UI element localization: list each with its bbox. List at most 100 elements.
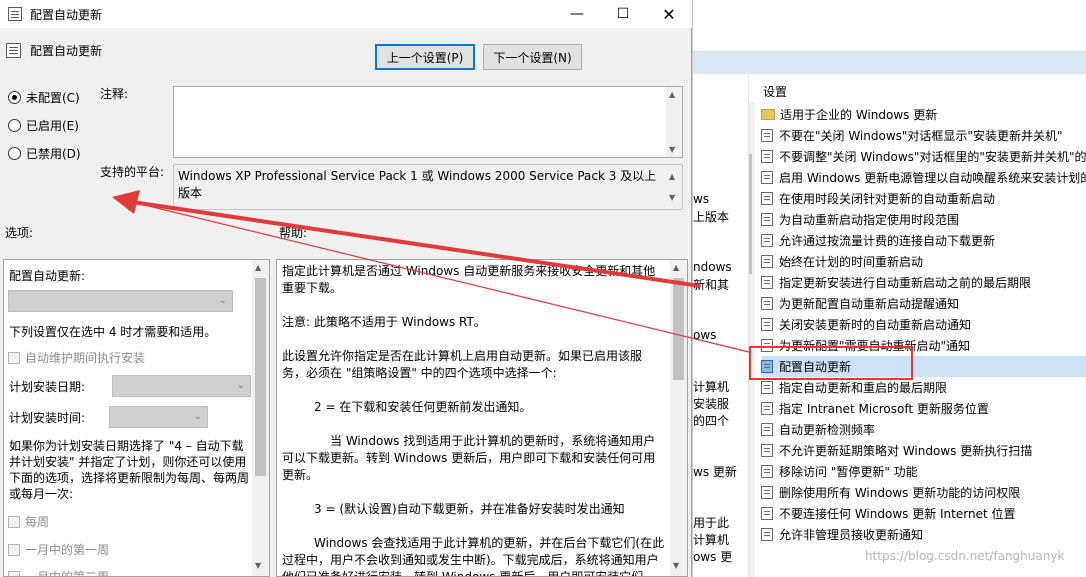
checkbox-indicator[interactable] bbox=[8, 570, 20, 576]
description-fragment: 用于此 bbox=[693, 516, 730, 530]
radio-not-configured[interactable]: 未配置(C) bbox=[8, 89, 80, 106]
first-week-checkbox[interactable]: 一月中的第一周 bbox=[8, 541, 109, 558]
policy-item-label: 不要在"关闭 Windows"对话框显示"安装更新并关机" bbox=[779, 129, 1063, 143]
scroll-up-icon[interactable]: ▲ bbox=[255, 263, 261, 272]
configure-updates-dropdown[interactable]: ⌄ bbox=[8, 290, 233, 312]
list-scrollbar[interactable]: ▲ bbox=[748, 102, 755, 577]
policy-item[interactable]: 不允许更新延期策略对 Windows 更新执行扫描 bbox=[761, 440, 1086, 461]
checkbox-label: 一月中的第二周 bbox=[25, 570, 110, 577]
policy-item[interactable]: 不要调整"关闭 Windows"对话框里的"安装更新并关机"的默认选项 bbox=[761, 146, 1086, 167]
checkbox-indicator[interactable] bbox=[8, 515, 20, 528]
install-day-dropdown[interactable]: ⌄ bbox=[112, 375, 251, 397]
policy-item[interactable]: 适用于企业的 Windows 更新 bbox=[761, 104, 1086, 125]
policy-item-label: 指定更新安装进行自动重新启动之前的最后期限 bbox=[779, 276, 1032, 290]
policy-icon bbox=[761, 171, 773, 184]
maximize-icon[interactable]: ☐ bbox=[600, 0, 646, 28]
help-paragraph: 当 Windows 找到适用于此计算机的更新时，系统将通知用户可以下载更新。转到… bbox=[282, 434, 656, 482]
checkbox-indicator[interactable] bbox=[8, 351, 20, 364]
policy-item[interactable]: 指定自动更新和重启的最后期限 bbox=[761, 377, 1086, 398]
options-panel: 配置自动更新: ⌄ 下列设置仅在选中 4 时才需要和适用。 自动维护期间执行安装… bbox=[3, 259, 270, 577]
policy-icon bbox=[761, 423, 773, 436]
policy-item[interactable]: 移除访问 "暂停更新" 功能 bbox=[761, 461, 1086, 482]
policy-item[interactable]: 为更新配置自动重新启动提醒通知 bbox=[761, 293, 1086, 314]
policy-item[interactable]: 不要在"关闭 Windows"对话框显示"安装更新并关机" bbox=[761, 125, 1086, 146]
title-bar[interactable]: 配置自动更新 — ☐ ✕ bbox=[0, 0, 692, 28]
radio-disabled[interactable]: 已禁用(D) bbox=[8, 145, 81, 162]
scroll-down-icon[interactable]: ▼ bbox=[255, 561, 261, 570]
configure-updates-label: 配置自动更新: bbox=[9, 269, 86, 283]
policy-item-label: 为自动重新启动指定使用时段范围 bbox=[779, 213, 960, 227]
scroll-down-icon[interactable]: ▼ bbox=[673, 561, 679, 570]
help-scrollbar[interactable]: ▲ ▼ bbox=[670, 260, 687, 576]
second-week-checkbox[interactable]: 一月中的第二周 bbox=[8, 568, 110, 577]
policy-item-label: 不要调整"关闭 Windows"对话框里的"安装更新并关机"的默认选项 bbox=[779, 150, 1086, 164]
policy-icon bbox=[761, 318, 773, 331]
checkbox-indicator[interactable] bbox=[8, 543, 20, 556]
radio-indicator[interactable] bbox=[8, 91, 21, 104]
policy-item[interactable]: 允许通过按流量计费的连接自动下载更新 bbox=[761, 230, 1086, 251]
help-label: 帮助: bbox=[279, 226, 308, 240]
radio-label: 已启用(E) bbox=[26, 119, 79, 133]
previous-setting-button[interactable]: 上一个设置(P) bbox=[375, 44, 475, 70]
gpedit-toolbar-area bbox=[693, 0, 1086, 52]
help-paragraph: 注意: 此策略不适用于 Windows RT。 bbox=[282, 315, 486, 329]
options-scrollbar[interactable]: ▲ ▼ bbox=[252, 260, 269, 576]
maintenance-install-checkbox[interactable]: 自动维护期间执行安装 bbox=[8, 349, 145, 366]
policy-item[interactable]: 为自动重新启动指定使用时段范围 bbox=[761, 209, 1086, 230]
policy-item[interactable]: 不要连接任何 Windows 更新 Internet 位置 bbox=[761, 503, 1086, 524]
policy-icon bbox=[761, 234, 773, 247]
help-paragraph: Windows 会查找适用于此计算机的更新，并在后台下载它们(在此过程中，用户不… bbox=[282, 536, 665, 577]
supported-platform-value: Windows XP Professional Service Pack 1 或… bbox=[178, 169, 657, 200]
close-icon[interactable]: ✕ bbox=[646, 0, 692, 28]
policy-item[interactable]: 删除使用所有 Windows 更新功能的访问权限 bbox=[761, 482, 1086, 503]
policy-item[interactable]: 指定更新安装进行自动重新启动之前的最后期限 bbox=[761, 272, 1086, 293]
policy-icon bbox=[761, 129, 773, 142]
help-paragraph: 3 = (默认设置)自动下载更新，并在准备好安装时发出通知 bbox=[314, 502, 625, 516]
policy-icon bbox=[761, 507, 773, 520]
policy-icon bbox=[761, 465, 773, 478]
radio-indicator[interactable] bbox=[8, 119, 21, 132]
scroll-down-icon[interactable]: ▼ bbox=[669, 145, 675, 154]
options-label: 选项: bbox=[5, 226, 34, 240]
radio-enabled[interactable]: 已启用(E) bbox=[8, 117, 79, 134]
scroll-up-icon[interactable]: ▲ bbox=[673, 263, 679, 272]
policy-icon bbox=[761, 444, 773, 457]
policy-item[interactable]: 自动更新检测频率 bbox=[761, 419, 1086, 440]
policy-item[interactable]: 指定 Intranet Microsoft 更新服务位置 bbox=[761, 398, 1086, 419]
minimize-icon[interactable]: — bbox=[554, 0, 600, 28]
policy-item[interactable]: 在使用时段关闭针对更新的自动重新启动 bbox=[761, 188, 1086, 209]
scroll-thumb[interactable] bbox=[673, 278, 684, 380]
help-panel: 指定此计算机是否通过 Windows 自动更新服务来接收安全更新和其他重要下载。… bbox=[276, 259, 688, 577]
every-week-checkbox[interactable]: 每周 bbox=[8, 513, 49, 530]
description-fragment: ndows bbox=[693, 260, 732, 274]
policy-list-pane: ▲ 设置 适用于企业的 Windows 更新不要在"关闭 Windows"对话框… bbox=[748, 74, 1086, 577]
scroll-down-icon[interactable]: ▼ bbox=[669, 189, 675, 206]
scroll-thumb[interactable] bbox=[749, 154, 752, 274]
scroll-up-icon[interactable]: ▲ bbox=[669, 168, 675, 185]
next-setting-button[interactable]: 下一个设置(N) bbox=[483, 44, 582, 70]
policy-item[interactable]: 启用 Windows 更新电源管理以自动唤醒系统来安装计划的更新 bbox=[761, 167, 1086, 188]
comment-scrollbar[interactable]: ▲ ▼ bbox=[666, 87, 682, 157]
supported-platform-field[interactable]: Windows XP Professional Service Pack 1 或… bbox=[173, 164, 683, 210]
description-fragment: 计算机 bbox=[693, 533, 730, 547]
scroll-up-icon[interactable]: ▲ bbox=[669, 90, 675, 99]
comment-field[interactable]: ▲ ▼ bbox=[173, 86, 683, 158]
list-column-header-setting[interactable]: 设置 bbox=[763, 83, 787, 100]
platform-scrollbar[interactable]: ▲ ▼ bbox=[666, 165, 682, 209]
policy-icon bbox=[761, 528, 773, 541]
chevron-down-icon: ⌄ bbox=[193, 411, 202, 422]
radio-indicator[interactable] bbox=[8, 147, 21, 160]
policy-item[interactable]: 关闭安装更新时的自动重新启动通知 bbox=[761, 314, 1086, 335]
scroll-up-icon[interactable]: ▲ bbox=[748, 118, 749, 128]
policy-dialog: 配置自动更新 — ☐ ✕ 配置自动更新 上一个设置(P) 下一个设置(N) 未配… bbox=[0, 0, 692, 577]
policy-item-label: 删除使用所有 Windows 更新功能的访问权限 bbox=[779, 486, 1021, 500]
description-fragment: 上版本 bbox=[693, 210, 730, 224]
scroll-thumb[interactable] bbox=[255, 278, 266, 476]
radio-label: 已禁用(D) bbox=[26, 147, 81, 161]
policy-item[interactable]: 始终在计划的时间重新启动 bbox=[761, 251, 1086, 272]
install-time-dropdown[interactable]: ⌄ bbox=[109, 406, 208, 428]
policy-item[interactable]: 允许非管理员接收更新通知 bbox=[761, 524, 1086, 545]
checkbox-label: 一月中的第一周 bbox=[25, 543, 110, 557]
description-fragment: ows 更 bbox=[693, 550, 733, 564]
supported-platform-label: 支持的平台: bbox=[100, 165, 165, 179]
